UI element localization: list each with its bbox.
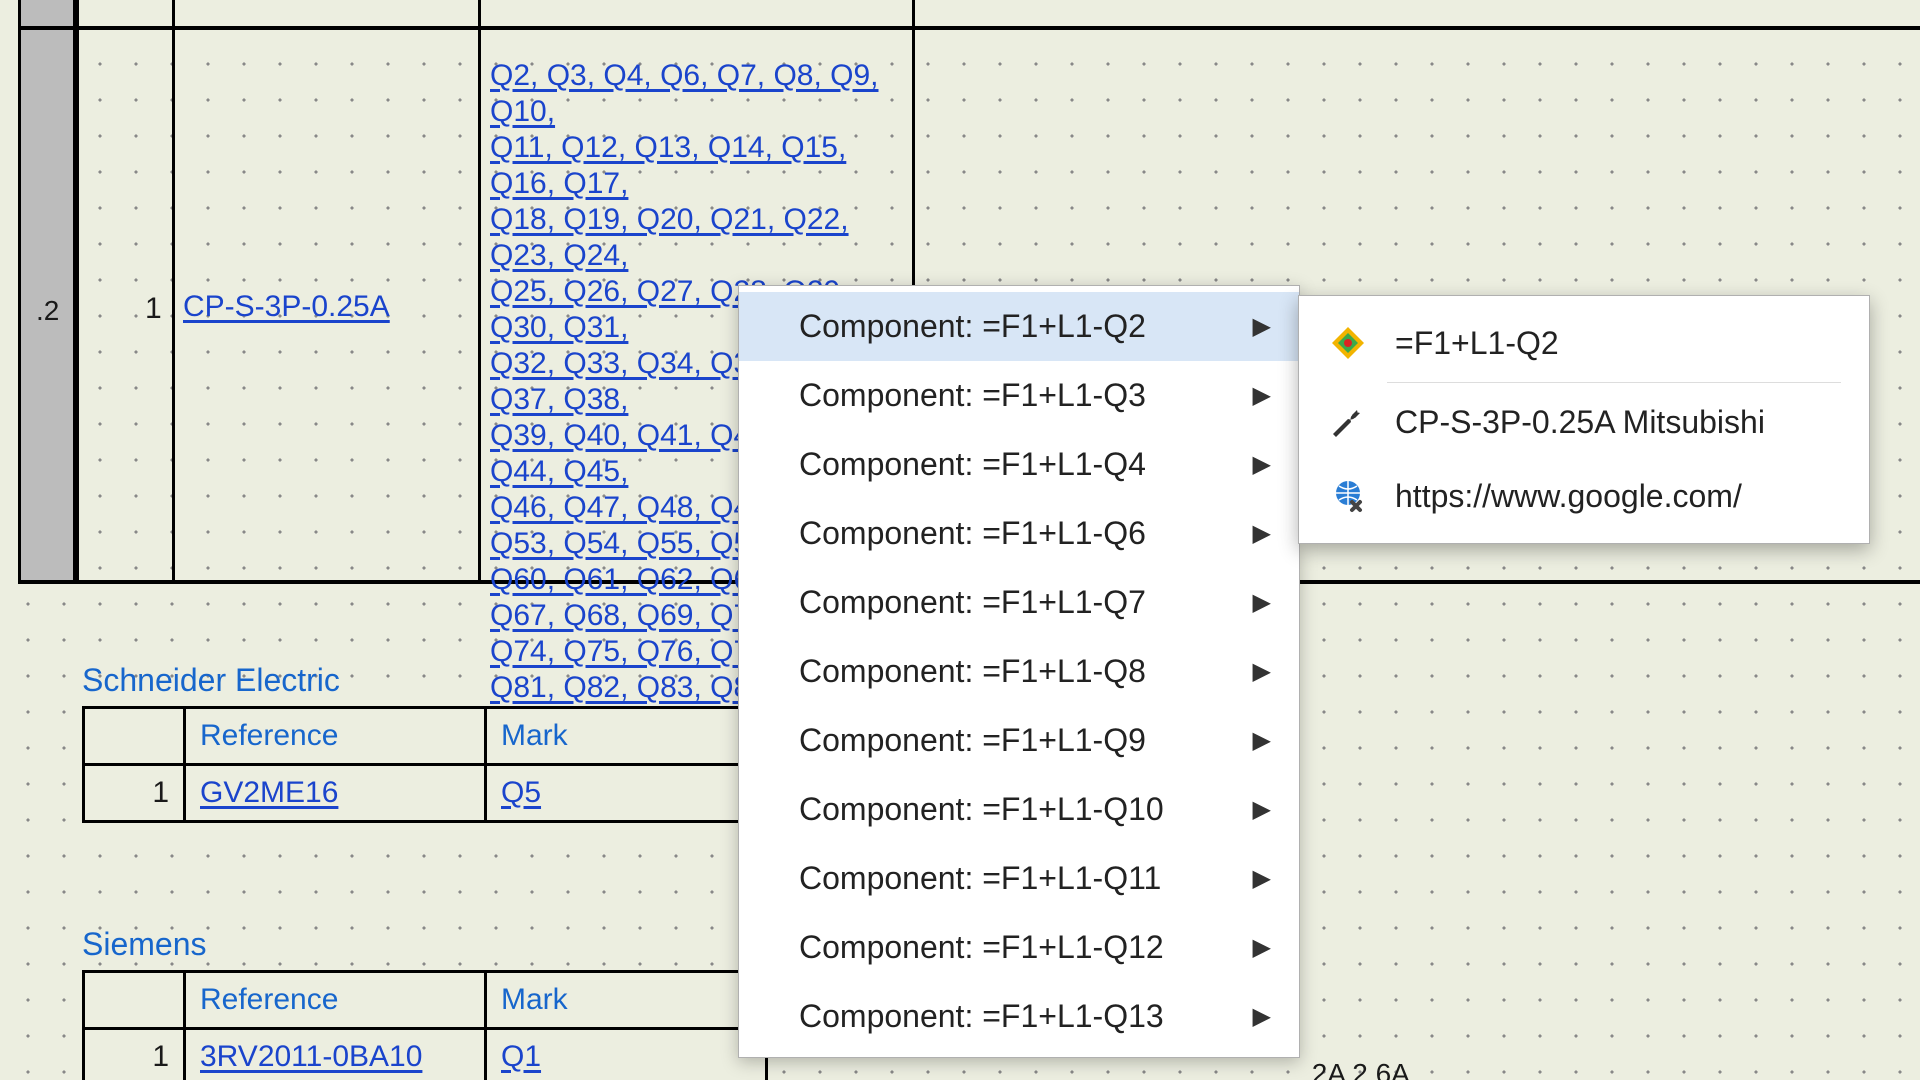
submenu-goto-label: =F1+L1-Q2	[1395, 325, 1559, 362]
row-gutter	[18, 0, 76, 580]
chevron-right-icon: ▶	[1253, 657, 1271, 686]
cell-reference-link[interactable]: 3RV2011-0BA10	[200, 1040, 422, 1073]
context-menu-item[interactable]: Component: =F1+L1-Q12 ▶	[739, 913, 1299, 982]
col-reference: Reference	[185, 972, 486, 1029]
table-row: 1 3RV2011-0BA10 Q1	[84, 1029, 767, 1080]
row-top-border	[18, 26, 1920, 30]
context-menu-item-label: Component: =F1+L1-Q13	[799, 998, 1164, 1035]
chevron-right-icon: ▶	[1253, 933, 1271, 962]
chevron-right-icon: ▶	[1253, 519, 1271, 548]
cell-mark-link[interactable]: Q1	[501, 1040, 541, 1073]
context-menu: Component: =F1+L1-Q2▶Component: =F1+L1-Q…	[738, 285, 1300, 1058]
submenu-separator	[1387, 382, 1841, 383]
chevron-right-icon: ▶	[1253, 795, 1271, 824]
submenu-part-label: CP-S-3P-0.25A Mitsubishi	[1395, 404, 1765, 441]
section-title-siemens: Siemens	[82, 926, 207, 963]
component-icon	[1327, 322, 1369, 364]
row-reference-link[interactable]: CP-S-3P-0.25A	[183, 290, 390, 324]
submenu-goto[interactable]: =F1+L1-Q2	[1299, 306, 1869, 380]
context-menu-item[interactable]: Component: =F1+L1-Q10 ▶	[739, 775, 1299, 844]
context-menu-item[interactable]: Component: =F1+L1-Q11 ▶	[739, 844, 1299, 913]
section-title-schneider: Schneider Electric	[82, 662, 340, 699]
submenu-part[interactable]: CP-S-3P-0.25A Mitsubishi	[1299, 385, 1869, 459]
cell-reference-link[interactable]: GV2ME16	[200, 776, 338, 809]
cell-mark-link[interactable]: Q5	[501, 776, 541, 809]
context-menu-item-label: Component: =F1+L1-Q4	[799, 446, 1146, 483]
context-menu-item[interactable]: Component: =F1+L1-Q4 ▶	[739, 430, 1299, 499]
table-row: 1 GV2ME16 Q5	[84, 765, 767, 822]
context-menu-item-label: Component: =F1+L1-Q9	[799, 722, 1146, 759]
context-menu-item-label: Component: =F1+L1-Q8	[799, 653, 1146, 690]
row-quantity: 1	[145, 292, 162, 326]
context-menu-item-label: Component: =F1+L1-Q6	[799, 515, 1146, 552]
chevron-right-icon: ▶	[1253, 726, 1271, 755]
context-submenu: =F1+L1-Q2 CP-S-3P-0.25A Mitsubishi https…	[1298, 295, 1870, 544]
col-mark: Mark	[486, 972, 767, 1029]
chevron-right-icon: ▶	[1253, 864, 1271, 893]
context-menu-item[interactable]: Component: =F1+L1-Q7 ▶	[739, 568, 1299, 637]
cell-divider	[478, 0, 481, 580]
submenu-link-label: https://www.google.com/	[1395, 478, 1742, 515]
cell-divider	[76, 0, 79, 580]
col-reference: Reference	[185, 708, 486, 765]
context-menu-item[interactable]: Component: =F1+L1-Q8 ▶	[739, 637, 1299, 706]
chevron-right-icon: ▶	[1253, 381, 1271, 410]
globe-link-icon	[1327, 475, 1369, 517]
context-menu-item[interactable]: Component: =F1+L1-Q3 ▶	[739, 361, 1299, 430]
col-number	[84, 708, 185, 765]
col-mark: Mark	[486, 708, 767, 765]
col-number	[84, 972, 185, 1029]
chevron-right-icon: ▶	[1253, 312, 1271, 341]
chevron-right-icon: ▶	[1253, 588, 1271, 617]
extra-value-text: .2A 2.6A	[1304, 1058, 1410, 1080]
context-menu-item-label: Component: =F1+L1-Q7	[799, 584, 1146, 621]
chevron-right-icon: ▶	[1253, 1002, 1271, 1031]
context-menu-item-label: Component: =F1+L1-Q11	[799, 860, 1161, 897]
context-menu-item[interactable]: Component: =F1+L1-Q13 ▶	[739, 982, 1299, 1051]
submenu-link[interactable]: https://www.google.com/	[1299, 459, 1869, 533]
cell-number: 1	[84, 1029, 185, 1080]
context-menu-item[interactable]: Component: =F1+L1-Q9 ▶	[739, 706, 1299, 775]
context-menu-item[interactable]: Component: =F1+L1-Q6 ▶	[739, 499, 1299, 568]
context-menu-item-label: Component: =F1+L1-Q12	[799, 929, 1164, 966]
table-siemens: Reference Mark 1 3RV2011-0BA10 Q1	[82, 970, 768, 1080]
context-menu-item-label: Component: =F1+L1-Q2	[799, 308, 1146, 345]
context-menu-item-label: Component: =F1+L1-Q10	[799, 791, 1164, 828]
cell-divider	[172, 0, 175, 580]
cell-number: 1	[84, 765, 185, 822]
row-index: .2	[36, 295, 59, 327]
table-schneider: Reference Mark 1 GV2ME16 Q5	[82, 706, 768, 823]
chevron-right-icon: ▶	[1253, 450, 1271, 479]
context-menu-item-label: Component: =F1+L1-Q3	[799, 377, 1146, 414]
context-menu-item[interactable]: Component: =F1+L1-Q2 ▶	[739, 292, 1299, 361]
wrench-icon	[1327, 401, 1369, 443]
